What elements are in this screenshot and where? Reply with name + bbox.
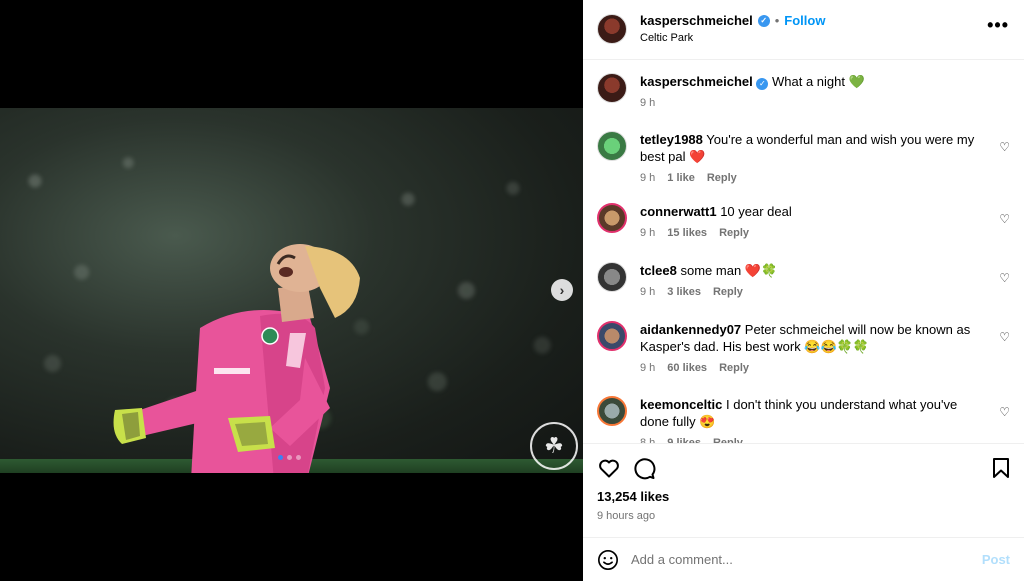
comment-likes[interactable]: 15 likes [667,225,707,242]
comment-time: 9 h [640,172,656,184]
comment-meta: 9 h 1 like Reply [640,170,984,187]
next-arrow-icon[interactable]: › [551,279,573,301]
celtic-crest-icon: ☘ [530,422,578,470]
caption-username[interactable]: kasperschmeichel [640,74,753,89]
avatar[interactable] [597,321,627,351]
heart-icon[interactable]: ♡ [999,330,1010,344]
comment-time: 8 h [640,437,656,443]
reply-button[interactable]: Reply [719,360,749,377]
caption-time: 9 h [640,97,656,109]
comment-body: keemonceltic I don't think you understan… [640,396,984,443]
heart-icon[interactable] [597,456,621,480]
action-bar [583,443,1024,489]
more-options-icon[interactable]: ••• [987,16,1009,34]
avatar[interactable] [597,262,627,292]
comment-body: connerwatt1 10 year deal 9 h 15 likes Re… [640,203,984,242]
add-comment-bar: Post [583,537,1024,581]
location-link[interactable]: Celtic Park [640,32,693,44]
comment-likes[interactable]: 3 likes [667,284,701,301]
comment-username[interactable]: aidankennedy07 [640,322,741,337]
post-timestamp: 9 hours ago [597,510,656,522]
reply-button[interactable]: Reply [707,170,737,187]
goalkeeper-figure [113,244,360,473]
comment-text: 10 year deal [720,204,792,219]
comment-username[interactable]: connerwatt1 [640,204,717,219]
caption-meta: 9 h [640,95,1010,112]
like-count[interactable]: 13,254 likes [583,489,1024,507]
header-username-row: kasperschmeichel ✓ • Follow [640,13,825,28]
comments-list[interactable]: kasperschmeichel ✓ What a night 💚 9 h te… [583,60,1024,443]
comment-username[interactable]: tetley1988 [640,132,703,147]
caption-text: What a night 💚 [771,74,865,89]
comment-username[interactable]: tclee8 [640,263,677,278]
heart-icon[interactable]: ♡ [999,271,1010,285]
verified-badge-icon: ✓ [756,77,769,90]
comment-meta: 9 h 3 likes Reply [640,284,984,301]
post-side-panel: kasperschmeichel ✓ • Follow Celtic Park … [583,0,1024,581]
verified-badge-icon: ✓ [757,14,770,27]
avatar[interactable] [597,396,627,426]
reply-button[interactable]: Reply [713,435,743,443]
avatar[interactable] [597,14,627,44]
caption-body: kasperschmeichel ✓ What a night 💚 9 h [640,73,1010,112]
comment-text: some man ❤️🍀 [680,263,778,278]
comment-body: aidankennedy07 Peter schmeichel will now… [640,321,984,377]
bookmark-icon[interactable] [990,456,1012,480]
comment-time: 9 h [640,286,656,298]
follow-button[interactable]: Follow [784,13,825,28]
comment-time: 9 h [640,362,656,374]
heart-icon[interactable]: ♡ [999,405,1010,419]
avatar[interactable] [597,203,627,233]
comment-body: tetley1988 You're a wonderful man and wi… [640,131,984,187]
carousel-dots [278,455,301,460]
emoji-icon[interactable] [597,549,619,571]
comment-likes[interactable]: 1 like [667,170,695,187]
post-button[interactable]: Post [982,552,1010,567]
comment-input[interactable] [631,552,982,567]
reply-button[interactable]: Reply [713,284,743,301]
comment-time: 9 h [640,227,656,239]
header-username[interactable]: kasperschmeichel [640,13,753,28]
reply-button[interactable]: Reply [719,225,749,242]
comment-meta: 9 h 15 likes Reply [640,225,984,242]
carousel-dot [278,455,283,460]
comment-meta: 8 h 9 likes Reply [640,435,984,443]
post-media: ☘ › [0,0,583,581]
comment-body: tclee8 some man ❤️🍀 9 h 3 likes Reply [640,262,984,301]
post-viewer: ☘ › kasperschmeichel ✓ • Follow Celtic P… [0,0,1024,581]
avatar[interactable] [597,131,627,161]
post-header: kasperschmeichel ✓ • Follow Celtic Park … [583,0,1024,60]
heart-icon[interactable]: ♡ [999,212,1010,226]
comment-likes[interactable]: 9 likes [667,435,701,443]
carousel-dot [296,455,301,460]
carousel-dot [287,455,292,460]
separator-dot: • [774,13,780,28]
comment-username[interactable]: keemonceltic [640,397,722,412]
comment-likes[interactable]: 60 likes [667,360,707,377]
comment-meta: 9 h 60 likes Reply [640,360,984,377]
post-photo [0,108,583,473]
avatar[interactable] [597,73,627,103]
heart-icon[interactable]: ♡ [999,140,1010,154]
comment-icon[interactable] [632,456,656,480]
